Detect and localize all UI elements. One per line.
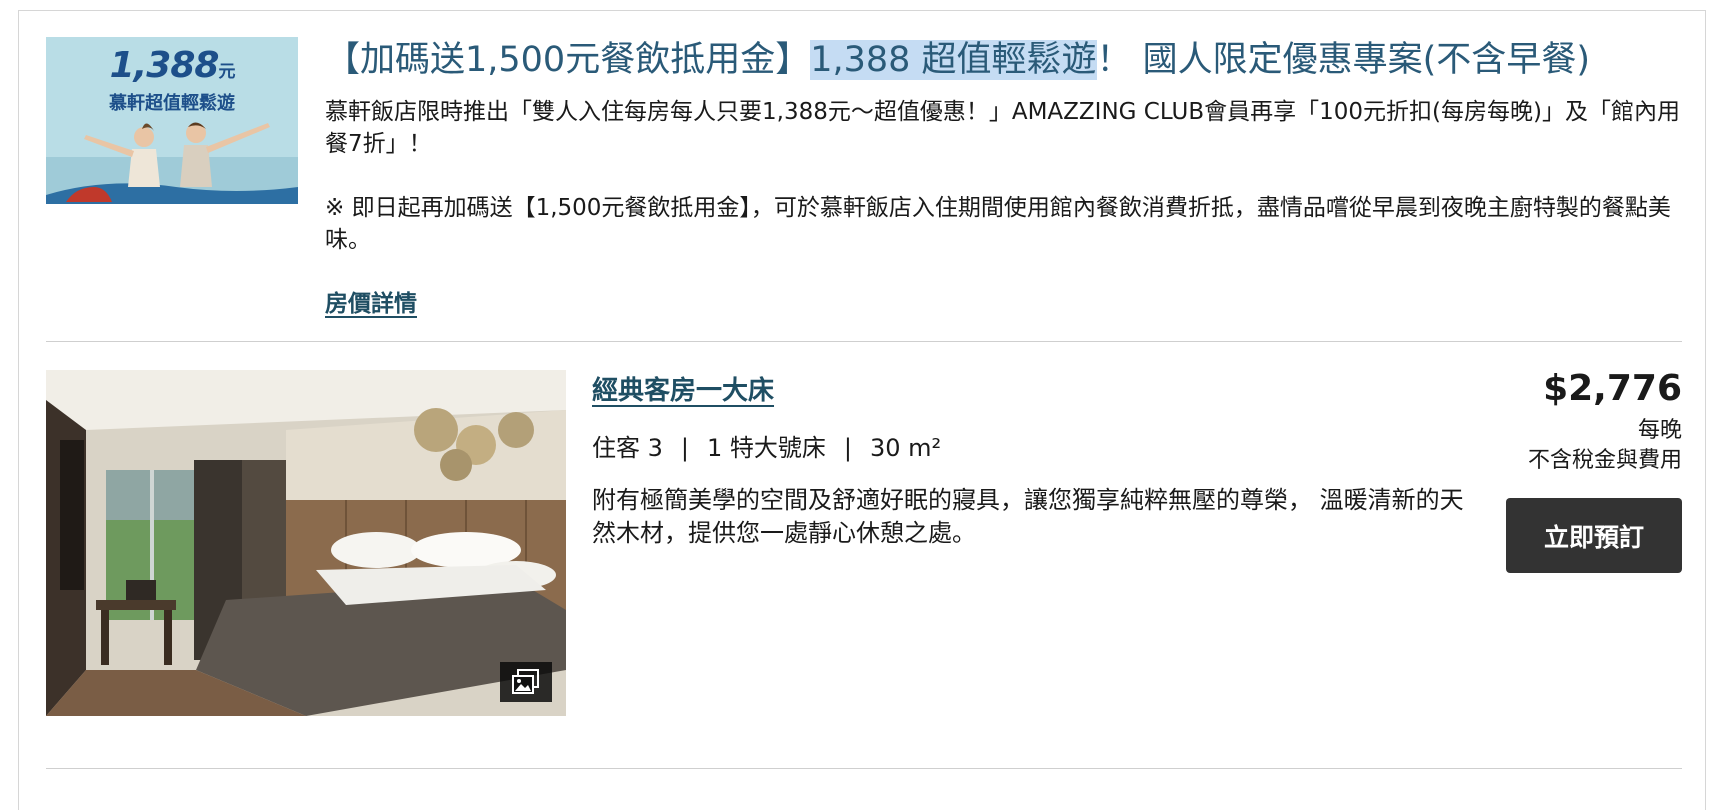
spec-separator: | (843, 434, 852, 462)
spec-separator: | (680, 434, 689, 462)
offer-title-prefix: 【加碼送1,500元餐飲抵用金】 (325, 40, 811, 80)
offer-title: 【加碼送1,500元餐飲抵用金】1,388 超值輕鬆遊！ 國人限定優惠專案(不含… (325, 36, 1685, 84)
price-tax-note: 不含稅金與費用 (1527, 448, 1682, 473)
gallery-button[interactable] (500, 662, 552, 702)
room-photo[interactable] (46, 370, 566, 716)
room-guests: 住客 3 (592, 434, 663, 462)
room-bed: 1 特大號床 (707, 434, 826, 462)
gallery-icon (512, 669, 539, 694)
section-divider (46, 341, 1682, 342)
price-amount: $2,776 (1543, 368, 1682, 409)
offer-description: 慕軒飯店限時推出「雙人入住每房每人只要1,388元～超值優惠！」AMAZZING… (325, 96, 1685, 288)
book-now-button[interactable]: 立即預訂 (1506, 498, 1682, 573)
room-photo-illustration (46, 370, 566, 716)
price-per-night: 每晚 (1637, 418, 1682, 443)
rate-details-link[interactable]: 房價詳情 (325, 284, 417, 318)
room-size: 30 m² (870, 434, 942, 462)
room-description: 附有極簡美學的空間及舒適好眠的寢具，讓您獨享純粹無壓的尊榮， 溫暖清新的天然木材… (592, 486, 1464, 547)
offer-thumbnail-price: 1,388元 (109, 45, 236, 86)
room-name-link[interactable]: 經典客房一大床 (592, 370, 774, 407)
offer-title-suffix: ！ 國人限定優惠專案(不含早餐) (1096, 40, 1590, 80)
offer-description-paragraph: 慕軒飯店限時推出「雙人入住每房每人只要1,388元～超值優惠！」AMAZZING… (325, 99, 1680, 157)
offer-title-highlight: 1,388 超值輕鬆遊 (810, 40, 1097, 80)
offer-thumbnail[interactable]: 1,388元 慕軒超值輕鬆遊 (46, 37, 298, 204)
section-divider (46, 768, 1682, 769)
offer-description-paragraph: ※ 即日起再加碼送【1,500元餐飲抵用金】，可於慕軒飯店入住期間使用館內餐飲消… (325, 195, 1671, 253)
room-specs: 住客 3 | 1 特大號床 | 30 m² (592, 428, 941, 463)
offer-thumbnail-tagline: 慕軒超值輕鬆遊 (109, 93, 235, 114)
